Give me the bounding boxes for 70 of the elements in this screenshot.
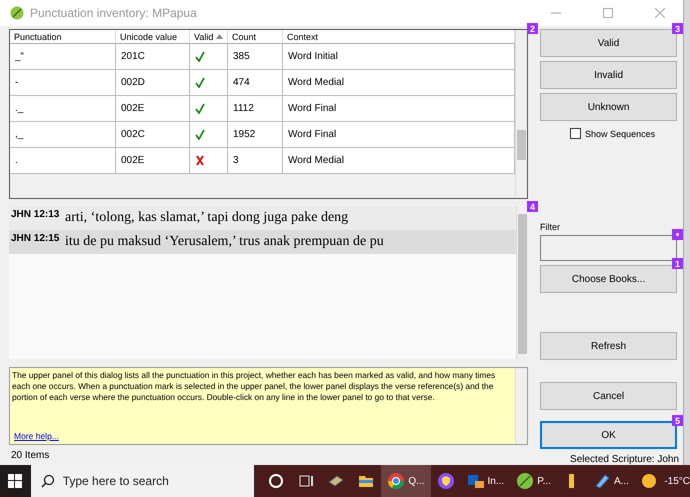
annotation-badge [672,229,683,240]
table-cell: Word Medial [283,70,516,96]
annotation-badge: 4 [527,201,538,212]
verse-reference: JHN 12:13 [10,208,60,220]
table-cell: Word Final [283,122,516,148]
filter-field[interactable] [540,235,678,261]
leaf-icon[interactable] [516,472,534,490]
scrollbar[interactable] [515,368,528,444]
table-cell: 385 [228,44,283,70]
search-icon [40,474,55,488]
table-cell: ,_ [10,122,116,148]
mail-icon[interactable] [466,472,485,490]
filter-label: Filter [540,222,562,233]
verse-reference: JHN 12:15 [10,232,60,244]
circle-icon[interactable] [267,472,286,490]
column-header[interactable]: Valid [190,30,228,44]
table-cell: . [10,148,116,174]
app-icon [10,6,24,20]
more-help-link[interactable]: More help... [12,431,59,441]
item-count: 20 Items [10,449,50,461]
annotation-badge: 3 [672,23,683,34]
table-cell: Word Initial [283,44,516,70]
verse-row[interactable]: JHN 12:15 itu de pu maksud ‘Yerusalem,’ trus anak prempuan de pu [9,230,516,254]
table-cell: ._ [10,96,116,122]
start-button[interactable] [0,465,31,497]
verse-text: arti, ‘tolong, kas slamat,’ tapi dong juga pake deng [65,209,348,226]
checkbox[interactable] [570,128,582,139]
status-button[interactable]: Invalid [540,61,678,89]
table-cell: 002E [116,96,190,122]
table-cell: - [10,70,116,96]
table-cell: 201C [116,44,190,70]
checkbox-label: Show Sequences [585,128,656,138]
taskbar-app[interactable]: Q... [381,465,431,497]
table-cell: 1112 [228,96,283,122]
dialog-button[interactable]: Cancel [540,382,678,410]
help-text: The upper panel of this dialog lists all the punctuation in this project, whether each has been marked as valid, and how many times each one occurs. When a punctuation mark is selected in the upper panel, the lower panel displays the verse reference(s) and the portion of each verse where the punctuation occurs. Double-click on any line in the lower panel to go to that verse. [12,370,496,403]
weather-temperature: -15°C [664,476,690,486]
window-title: Punctuation inventory: MPapua [30,6,198,20]
dialog-button[interactable]: Choose Books... [540,265,678,293]
table-cell: Word Medial [283,148,516,174]
taskbar-app[interactable]: In... [460,465,510,497]
table-cell: 002C [116,122,190,148]
windows-icon [8,474,22,488]
table-cell: _“ [10,44,116,70]
table-cell: 474 [228,70,283,96]
table-cell: Word Final [283,96,516,122]
annotation-badge: 1 [672,258,683,269]
taskbar-app[interactable]: P... [510,465,557,497]
status-button[interactable]: Unknown [540,93,678,121]
annotation-badge: 2 [527,23,538,34]
table-cell: 1952 [228,122,283,148]
table-cell: 3 [228,148,283,174]
shield-icon[interactable] [436,472,455,490]
notepad-icon[interactable] [592,472,611,490]
search-field[interactable]: Type here to search [30,465,254,497]
column-header[interactable]: Unicode value [116,30,190,44]
column-header[interactable]: Count [228,30,283,44]
verse-text: itu de pu maksud ‘Yerusalem,’ trus anak prempuan de pu [65,233,384,250]
dialog-button[interactable]: Refresh [540,332,678,360]
column-header[interactable]: Punctuation [10,30,116,44]
sun-icon [640,473,656,489]
scrollbar[interactable] [515,30,528,198]
annotation-badge: 5 [672,415,683,426]
browser-icon[interactable] [387,472,406,490]
verse-row[interactable]: JHN 12:13 arti, ‘tolong, kas slamat,’ tapi dong juga pake deng [9,206,516,230]
column-header[interactable]: Context [283,30,516,44]
taskbar-app[interactable]: A... [586,465,635,497]
table-cell: 002E [116,148,190,174]
selected-scripture: Selected Scripture: John [570,454,679,465]
table-cell: 002D [116,70,190,96]
